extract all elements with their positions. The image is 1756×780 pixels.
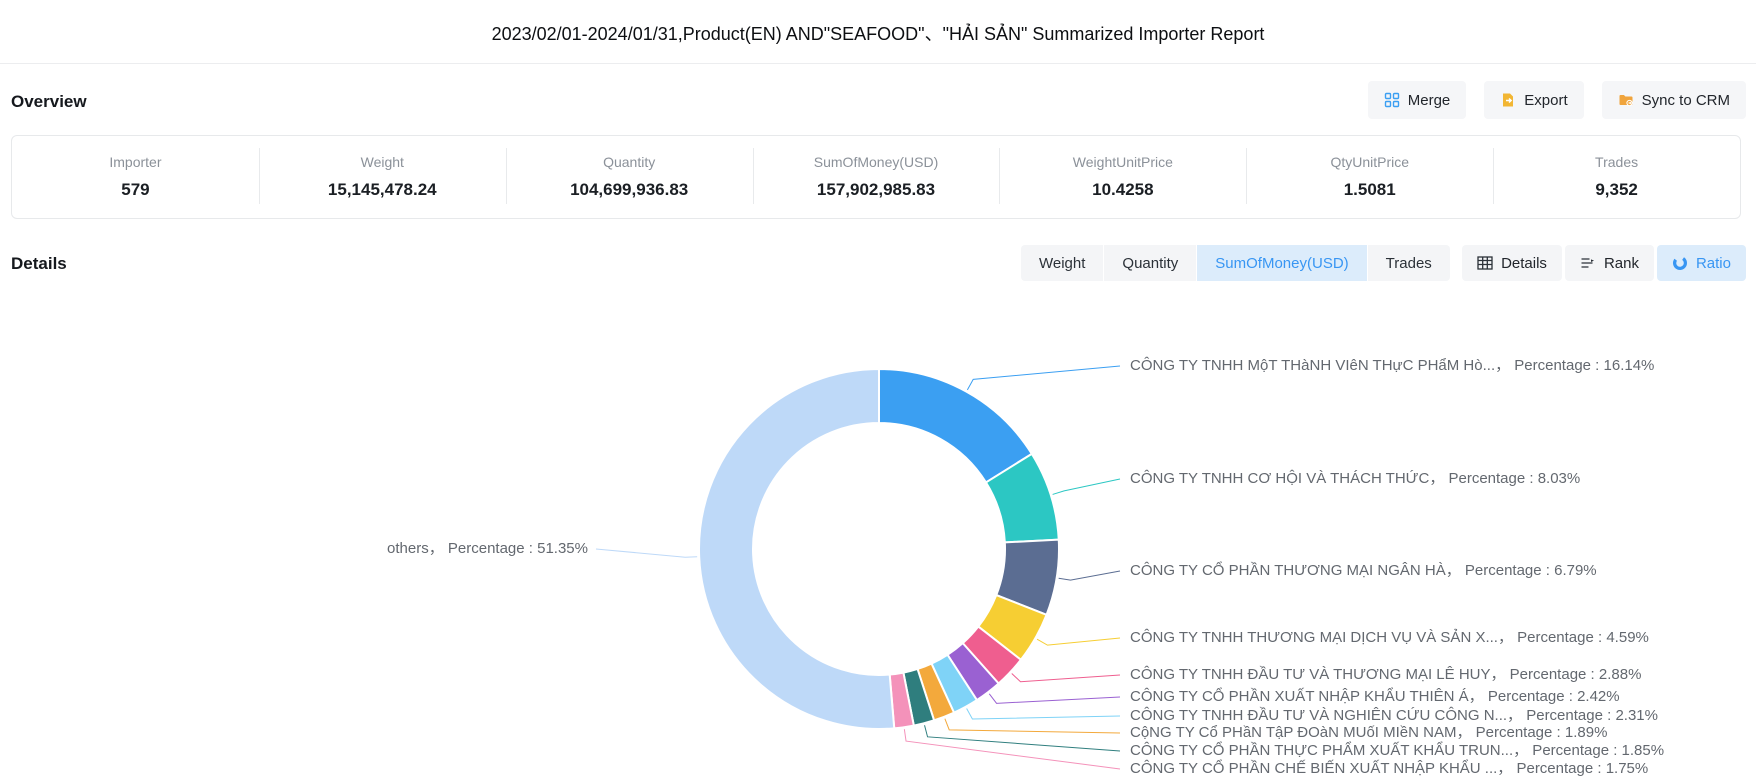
stat-weight-unit-price: WeightUnitPrice 10.4258	[999, 154, 1246, 200]
importer-ratio-donut-chart: CÔNG TY TNHH MộT THàNH VIêN THựC PHẩM Hò…	[0, 290, 1756, 780]
pie-label: CÔNG TY TNHH CƠ HỘI VÀ THÁCH THỨC， Perce…	[1130, 470, 1580, 487]
stat-importer: Importer 579	[12, 154, 259, 200]
metric-tabs: Weight Quantity SumOfMoney(USD) Trades	[1021, 245, 1450, 281]
pie-label-line	[1037, 638, 1120, 645]
pie-label-line	[945, 719, 1120, 733]
stat-value: 10.4258	[1092, 180, 1153, 200]
pie-label: CÔNG TY CỔ PHẦN XUẤT NHẬP KHẨU THIÊN Á， …	[1130, 687, 1620, 705]
overview-heading: Overview	[11, 92, 87, 112]
pie-label: others， Percentage : 51.35%	[387, 540, 588, 557]
pie-label-line	[967, 709, 1120, 720]
tab-ratio[interactable]: Ratio	[1657, 245, 1746, 281]
tab-sum-of-money[interactable]: SumOfMoney(USD)	[1197, 245, 1366, 281]
tab-trades[interactable]: Trades	[1368, 245, 1450, 281]
stat-weight: Weight 15,145,478.24	[259, 154, 506, 200]
view-tabs: Details Rank Ratio	[1462, 245, 1746, 281]
overview-stats-card: Importer 579 Weight 15,145,478.24 Quanti…	[11, 135, 1741, 219]
stat-value: 9,352	[1595, 180, 1638, 200]
stat-value: 157,902,985.83	[817, 180, 935, 200]
pie-label: CÔNG TY TNHH THƯƠNG MẠI DỊCH VỤ VÀ SẢN X…	[1130, 629, 1649, 646]
pie-label-line	[989, 694, 1120, 704]
overview-toolbar: Merge Export Sync to CRM	[1368, 81, 1746, 119]
pie-label-line	[1053, 479, 1120, 494]
export-button-label: Export	[1524, 92, 1567, 109]
pie-slice[interactable]	[879, 369, 1032, 482]
merge-button[interactable]: Merge	[1368, 81, 1467, 119]
stat-qty-unit-price: QtyUnitPrice 1.5081	[1246, 154, 1493, 200]
details-heading: Details	[11, 254, 67, 274]
stat-trades: Trades 9,352	[1493, 154, 1740, 200]
tab-details-label: Details	[1501, 255, 1547, 272]
title-divider	[0, 63, 1756, 64]
stat-label: SumOfMoney(USD)	[814, 154, 938, 170]
stat-value: 1.5081	[1344, 180, 1396, 200]
tab-ratio-label: Ratio	[1696, 255, 1731, 272]
stat-label: Trades	[1595, 154, 1638, 170]
sync-to-crm-button-label: Sync to CRM	[1642, 92, 1730, 109]
merge-button-label: Merge	[1408, 92, 1451, 109]
stat-value: 579	[121, 180, 149, 200]
stat-label: Importer	[109, 154, 161, 170]
pie-slice[interactable]	[699, 369, 894, 729]
pie-label-line	[1059, 571, 1120, 580]
tab-rank[interactable]: Rank	[1565, 245, 1654, 281]
stat-label: WeightUnitPrice	[1073, 154, 1173, 170]
pie-label: CÔNG TY CỔ PHẦN THỰC PHẨM XUẤT KHẨU TRUN…	[1130, 741, 1664, 759]
donut-chart-icon	[1672, 255, 1688, 271]
stat-sum-of-money: SumOfMoney(USD) 157,902,985.83	[753, 154, 1000, 200]
pie-label-line	[967, 366, 1120, 390]
page-title: 2023/02/01-2024/01/31,Product(EN) AND"SE…	[0, 20, 1756, 46]
table-icon	[1477, 256, 1493, 270]
tab-rank-label: Rank	[1604, 255, 1639, 272]
stat-label: Weight	[361, 154, 404, 170]
pie-label: CÔNG TY TNHH MộT THàNH VIêN THựC PHẩM Hò…	[1130, 357, 1654, 374]
tab-quantity[interactable]: Quantity	[1104, 245, 1196, 281]
export-icon	[1500, 92, 1516, 108]
pie-label: CÔNG TY TNHH ĐẦU TƯ VÀ NGHIÊN CỨU CÔNG N…	[1130, 707, 1658, 724]
tab-details[interactable]: Details	[1462, 245, 1562, 281]
stat-quantity: Quantity 104,699,936.83	[506, 154, 753, 200]
stat-label: Quantity	[603, 154, 655, 170]
folder-sync-icon	[1618, 92, 1634, 108]
sync-to-crm-button[interactable]: Sync to CRM	[1602, 81, 1746, 119]
stat-value: 15,145,478.24	[328, 180, 437, 200]
pie-label-line	[596, 549, 697, 557]
stat-label: QtyUnitPrice	[1330, 154, 1409, 170]
pie-label: CÔNG TY TNHH ĐẦU TƯ VÀ THƯƠNG MẠI LÊ HUY…	[1130, 666, 1641, 683]
pie-label: CÔNG TY CỔ PHẦN THƯƠNG MẠI NGÂN HÀ， Perc…	[1130, 561, 1597, 579]
merge-icon	[1384, 92, 1400, 108]
export-button[interactable]: Export	[1484, 81, 1583, 119]
stat-value: 104,699,936.83	[570, 180, 688, 200]
tab-weight[interactable]: Weight	[1021, 245, 1103, 281]
pie-label: CÔNG TY CỔ PHẦN CHẾ BIẾN XUẤT NHẬP KHẨU …	[1130, 759, 1648, 777]
pie-label-line	[1012, 674, 1120, 682]
pie-label: CộNG TY Cổ PHầN TậP ĐOàN MUốI MIềN NAM， …	[1130, 724, 1607, 741]
rank-icon	[1580, 256, 1596, 270]
